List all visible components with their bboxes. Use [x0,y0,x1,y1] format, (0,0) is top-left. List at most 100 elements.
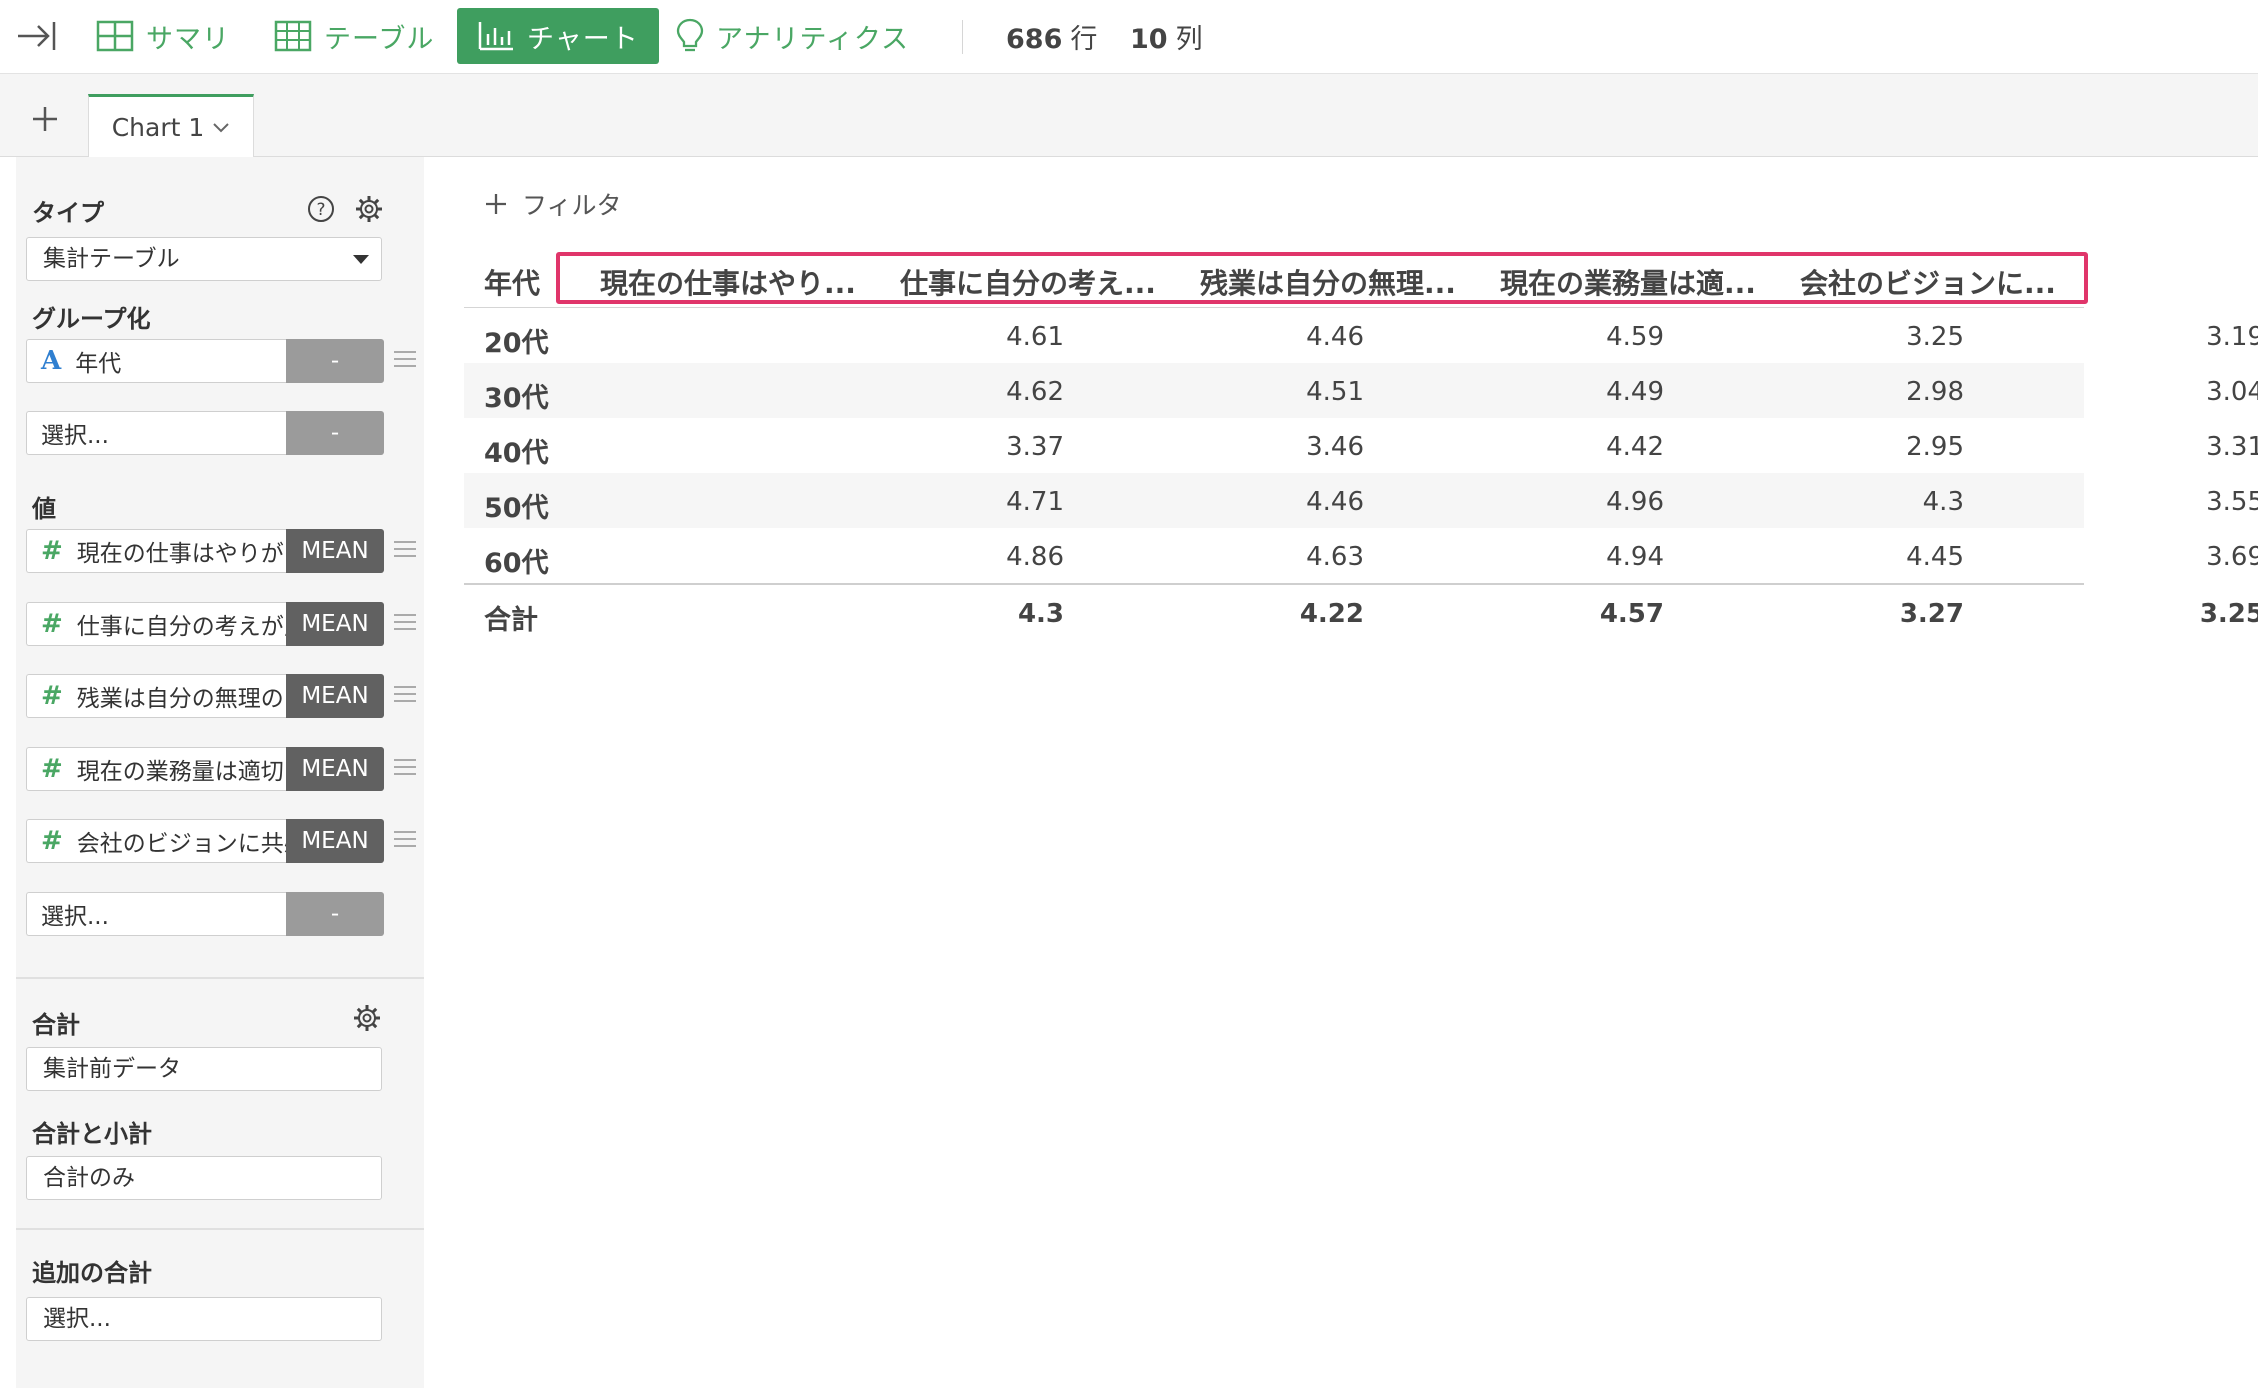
aggregation-button[interactable]: MEAN [286,674,384,718]
value-field-4[interactable]: # 現在の業務量は適切 [26,747,286,791]
value-field-name: 現在の業務量は適切 [76,759,284,785]
chart-type-select[interactable]: 集計テーブル [26,237,382,281]
dropdown-caret-icon [353,255,369,264]
drag-handle-icon[interactable] [394,686,416,704]
panel-divider [16,1228,424,1230]
drag-handle-icon[interactable] [394,831,416,849]
table-cell: 2.95 [1906,432,1964,462]
aggregation-button[interactable]: MEAN [286,602,384,646]
table-cell: 3.69 [2206,542,2258,572]
summary-tab-button[interactable]: サマリ [96,8,230,64]
aggregation-button[interactable]: MEAN [286,819,384,863]
subtotal-select[interactable]: 合計のみ [26,1156,382,1200]
total-cell: 4.22 [1299,599,1364,629]
table-cell: 4.61 [1006,322,1064,352]
values-select-option-button[interactable]: - [286,892,384,936]
table-cell: 4.71 [1006,487,1064,517]
row-count: 686 行 [1006,17,1097,56]
chart-type-value: 集計テーブル [43,246,180,272]
values-select-placeholder: 選択... [41,904,109,930]
number-type-icon: # [41,754,63,784]
summary-label: サマリ [146,23,230,55]
summary-grid-icon [96,20,134,52]
drag-handle-icon[interactable] [394,614,416,632]
table-cell: 3.04 [2206,377,2258,407]
total-label: 合計 [32,1011,80,1039]
toolbar-divider [962,20,963,54]
value-field-3[interactable]: # 残業は自分の無理のない範囲 [26,674,286,718]
help-icon[interactable]: ? [306,194,336,224]
drag-handle-icon[interactable] [394,351,416,369]
values-select-pill[interactable]: 選択... - [26,892,384,936]
add-chart-icon[interactable] [30,104,60,134]
table-cell: 3.55 [2206,487,2258,517]
table-cell: 4.59 [1606,322,1664,352]
table-cell: 4.96 [1606,487,1664,517]
table-grid-icon [274,20,312,52]
group-field[interactable]: A 年代 [26,339,286,383]
gear-icon[interactable] [354,194,384,224]
table-cell: 4.94 [1606,542,1664,572]
text-type-icon: A [41,346,62,376]
value-pill-4[interactable]: # 現在の業務量は適切 MEAN [26,747,384,791]
drag-handle-icon[interactable] [394,759,416,777]
column-count: 10 列 [1130,17,1203,56]
value-pill-2[interactable]: # 仕事に自分の考えが反映される MEAN [26,602,384,646]
table-row: 20代 4.61 4.46 4.59 3.25 3.19 [464,308,2258,363]
extra-total-select[interactable]: 選択... [26,1297,382,1341]
row-label: 20代 [484,328,549,359]
group-field-pill[interactable]: A 年代 - [26,339,384,383]
add-filter-button[interactable]: フィルタ [484,186,622,222]
column-count-value: 10 [1130,24,1168,55]
group-select-pill[interactable]: 選択... - [26,411,384,455]
drag-handle-icon[interactable] [394,541,416,559]
extra-total-placeholder: 選択... [43,1306,111,1332]
type-label: タイプ [32,199,104,227]
row-label: 30代 [484,383,549,414]
lightbulb-icon [676,18,704,52]
table-row: 30代 4.62 4.51 4.49 2.98 3.04 [464,363,2258,418]
total-row: 合計 4.3 4.22 4.57 3.27 3.25 [464,583,2258,641]
table-cell: 4.62 [1006,377,1064,407]
svg-text:?: ? [316,200,325,220]
analytics-tab-button[interactable]: アナリティクス [676,8,909,64]
group-select-option-button[interactable]: - [286,411,384,455]
table-cell: 3.46 [1306,432,1364,462]
gear-icon[interactable] [352,1003,382,1033]
chart-label: チャート [527,23,639,55]
row-count-value: 686 [1006,24,1063,55]
value-field-1[interactable]: # 現在の仕事はやりがいがある [26,529,286,573]
values-select-input[interactable]: 選択... [26,892,286,936]
table-cell: 4.86 [1006,542,1064,572]
table-cell: 4.3 [1922,487,1964,517]
total-cell: 3.27 [1899,599,1964,629]
aggregation-button[interactable]: MEAN [286,529,384,573]
analytics-label: アナリティクス [716,23,910,55]
collapse-panel-icon[interactable] [14,16,58,56]
chart-settings-panel: タイプ ? 集計テーブル グループ化 A 年代 - 選択... - 値 # 現在… [16,157,424,1388]
aggregation-button[interactable]: MEAN [286,747,384,791]
table-cell: 3.19 [2206,322,2258,352]
total-cell: 4.3 [1017,599,1064,629]
extra-total-label: 追加の合計 [32,1259,152,1287]
table-tab-button[interactable]: テーブル [274,8,434,64]
table-cell: 4.63 [1306,542,1364,572]
value-pill-5[interactable]: # 会社のビジョンに共感 MEAN [26,819,384,863]
chart-tab-button[interactable]: チャート [457,8,659,64]
top-toolbar: サマリ テーブル チャート アナリティクス 686 行 10 列 [0,0,2258,74]
total-source-select[interactable]: 集計前データ [26,1047,382,1091]
table-cell: 4.46 [1306,487,1364,517]
value-pill-1[interactable]: # 現在の仕事はやりがいがある MEAN [26,529,384,573]
value-field-5[interactable]: # 会社のビジョンに共感 [26,819,286,863]
group-field-option-button[interactable]: - [286,339,384,383]
table-header: 年代 現在の仕事はやり... 仕事に自分の考え... 残業は自分の無理... 現… [464,250,2088,308]
value-pill-3[interactable]: # 残業は自分の無理のない範囲 MEAN [26,674,384,718]
value-field-2[interactable]: # 仕事に自分の考えが反映される [26,602,286,646]
table-row: 40代 3.37 3.46 4.42 2.95 3.31 [464,418,2258,473]
group-select-input[interactable]: 選択... [26,411,286,455]
chart-1-tab[interactable]: Chart 1 [88,94,254,158]
group-select-placeholder: 選択... [41,423,109,449]
total-cell: 4.57 [1599,599,1664,629]
table-row: 50代 4.71 4.46 4.96 4.3 3.55 [464,473,2258,528]
number-type-icon: # [41,826,63,856]
